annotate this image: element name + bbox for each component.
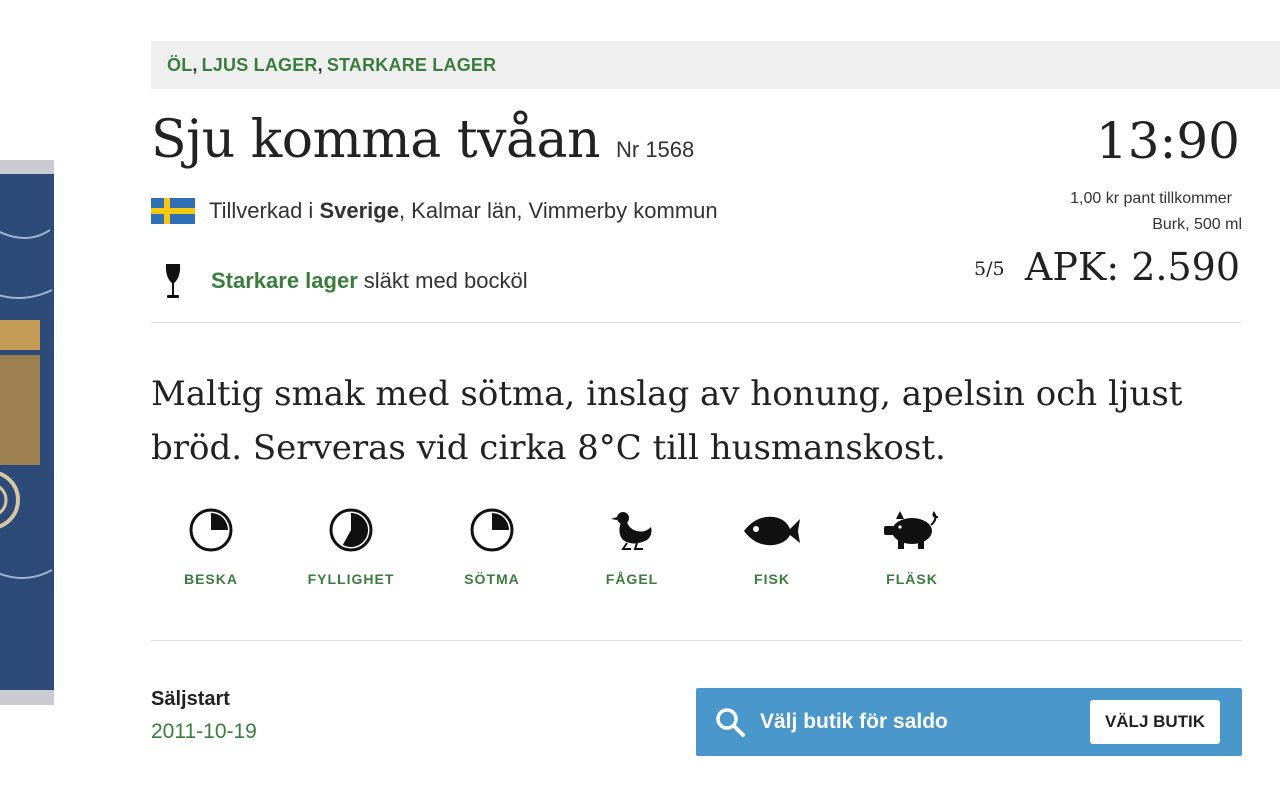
breadcrumb-item-ljus-lager[interactable]: LJUS LAGER xyxy=(202,55,318,76)
store-selector[interactable]: Välj butik för saldo VÄLJ BUTIK xyxy=(696,688,1242,756)
style-row: Starkare lager släkt med bocköl xyxy=(163,262,528,300)
clock-pie-icon xyxy=(470,508,514,552)
package-info: Burk, 500 ml xyxy=(1152,216,1242,233)
product-image xyxy=(0,160,54,705)
pig-icon xyxy=(884,511,939,549)
taste-fullness: FYLLIGHET xyxy=(291,507,411,587)
sales-start-date: 2011-10-19 xyxy=(151,720,257,743)
clock-pie-icon xyxy=(189,508,233,552)
rating: 5/5 xyxy=(974,258,1005,280)
breadcrumb-separator: , xyxy=(317,54,323,75)
pairing-fish: FISK xyxy=(712,507,832,587)
pairing-label: FÅGEL xyxy=(605,571,659,587)
pairing-label: FISK xyxy=(754,571,790,587)
origin-region: , Kalmar län, Vimmerby kommun xyxy=(398,198,718,223)
clock-pie-icon xyxy=(329,508,373,552)
style-link[interactable]: Starkare lager xyxy=(211,268,358,294)
product-title-row: Sju komma tvåan Nr 1568 xyxy=(151,110,694,170)
pairing-poultry: FÅGEL xyxy=(572,507,692,587)
product-number: Nr 1568 xyxy=(616,137,695,162)
bird-icon xyxy=(611,512,652,550)
taste-label: FYLLIGHET xyxy=(307,571,395,587)
taste-sweetness: SÖTMA xyxy=(432,507,552,587)
search-icon xyxy=(716,708,745,737)
product-description: Maltig smak med sötma, inslag av honung,… xyxy=(151,374,1183,468)
product-name: Sju komma tvåan xyxy=(151,110,601,170)
wine-glass-icon xyxy=(165,264,181,298)
breadcrumb-item-ol[interactable]: ÖL xyxy=(167,55,192,76)
pairing-pork: FLÄSK xyxy=(852,507,972,587)
origin-prefix: Tillverkad i xyxy=(209,198,314,223)
breadcrumb-item-starkare-lager[interactable]: STARKARE LAGER xyxy=(327,55,496,76)
fish-icon xyxy=(744,516,800,546)
sales-start-label: Säljstart xyxy=(151,688,230,710)
taste-label: SÖTMA xyxy=(464,571,520,587)
product-price: 13:90 xyxy=(1095,112,1240,170)
style-relation: släkt med bocköl xyxy=(363,268,528,293)
taste-bitterness: BESKA xyxy=(151,507,271,587)
breadcrumb: ÖL, LJUS LAGER, STARKARE LAGER xyxy=(151,41,1280,89)
select-store-button[interactable]: VÄLJ BUTIK xyxy=(1090,700,1220,744)
breadcrumb-separator: , xyxy=(192,54,198,75)
apk-value: APK: 2.590 xyxy=(1024,245,1240,289)
deposit-info: 1,00 kr pant tillkommer xyxy=(1070,190,1232,207)
store-selector-text: Välj butik för saldo xyxy=(760,710,948,733)
divider xyxy=(151,322,1242,323)
sweden-flag-icon xyxy=(151,198,195,224)
taste-label: BESKA xyxy=(183,571,238,587)
divider xyxy=(151,640,1242,641)
origin-row: Tillverkad i Sverige, Kalmar län, Vimmer… xyxy=(151,198,718,224)
origin-country: Sverige xyxy=(319,198,399,223)
pairing-label: FLÄSK xyxy=(886,571,938,587)
